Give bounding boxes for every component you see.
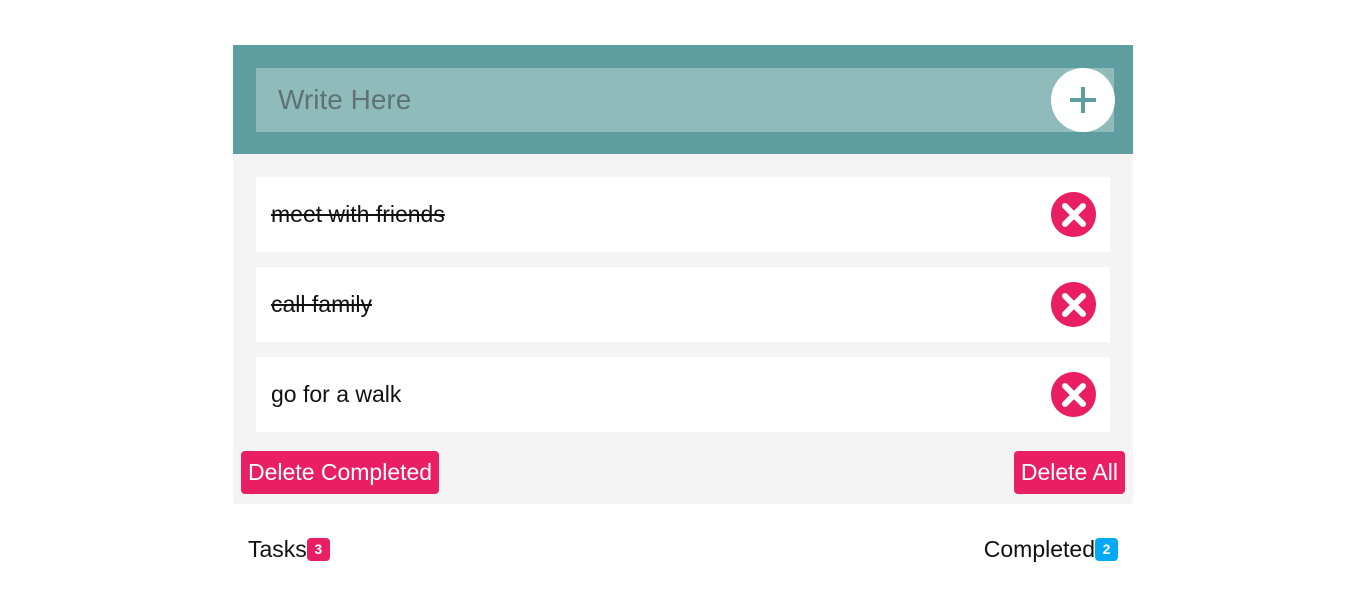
footer-stats: Tasks 3 Completed 2 bbox=[233, 504, 1133, 594]
remove-task-button[interactable] bbox=[1051, 282, 1096, 327]
task-item[interactable]: call family bbox=[256, 267, 1110, 342]
header-bar bbox=[233, 45, 1133, 154]
close-icon bbox=[1061, 292, 1086, 317]
task-input[interactable] bbox=[256, 68, 1056, 132]
tasks-count-badge: 3 bbox=[306, 537, 330, 561]
tasks-stat: Tasks 3 bbox=[248, 536, 330, 563]
completed-count-badge: 2 bbox=[1095, 537, 1118, 561]
task-text[interactable]: go for a walk bbox=[271, 381, 401, 408]
close-icon bbox=[1061, 202, 1086, 227]
completed-label: Completed bbox=[983, 535, 1095, 562]
completed-stat: Completed 2 bbox=[984, 536, 1118, 563]
task-item[interactable]: meet with friends bbox=[256, 177, 1110, 252]
task-text[interactable]: meet with friends bbox=[271, 201, 445, 228]
plus-icon bbox=[1070, 87, 1096, 113]
tasks-label: Tasks bbox=[248, 535, 307, 562]
task-list-panel: meet with friends call family go for a w… bbox=[233, 154, 1133, 504]
todo-app: meet with friends call family go for a w… bbox=[233, 45, 1133, 594]
close-icon bbox=[1061, 382, 1086, 407]
add-task-button[interactable] bbox=[1051, 68, 1115, 132]
bulk-actions: Delete Completed Delete All bbox=[241, 447, 1125, 497]
remove-task-button[interactable] bbox=[1051, 192, 1096, 237]
delete-all-button[interactable]: Delete All bbox=[1013, 450, 1125, 494]
remove-task-button[interactable] bbox=[1051, 372, 1096, 417]
task-text[interactable]: call family bbox=[271, 291, 372, 318]
task-input-wrapper bbox=[256, 68, 1114, 132]
task-item[interactable]: go for a walk bbox=[256, 357, 1110, 432]
delete-completed-button[interactable]: Delete Completed bbox=[241, 450, 440, 494]
